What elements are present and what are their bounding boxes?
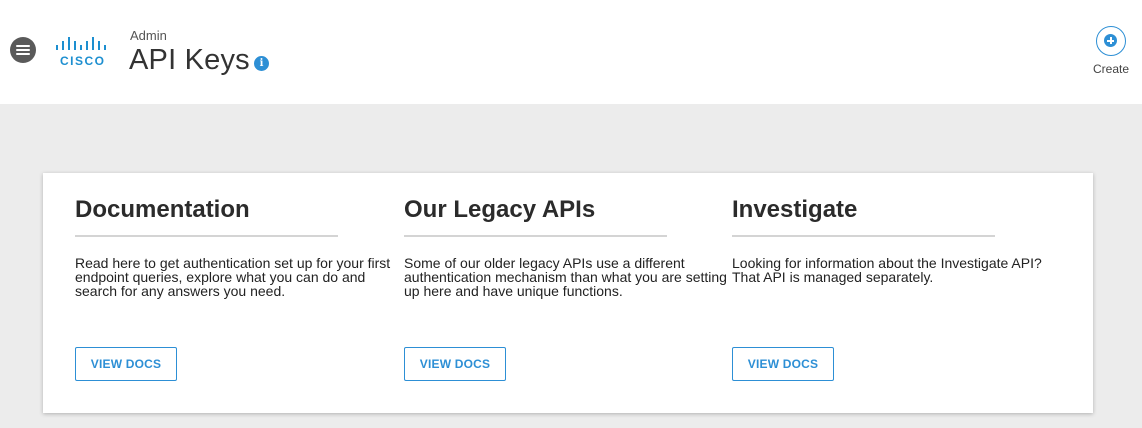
divider <box>75 235 338 237</box>
section-title: Our Legacy APIs <box>404 196 596 223</box>
cisco-logo[interactable]: CISCO <box>54 36 112 68</box>
breadcrumb[interactable]: Admin <box>130 28 167 43</box>
cisco-logo-bars <box>56 37 106 50</box>
section-title: Documentation <box>75 196 250 223</box>
section-description: Read here to get authentication set up f… <box>75 255 391 299</box>
section-description: Looking for information about the Invest… <box>732 255 1042 285</box>
view-docs-button[interactable]: VIEW DOCS <box>732 347 834 381</box>
info-icon[interactable]: i <box>254 56 269 71</box>
section-description: Some of our older legacy APIs use a diff… <box>404 255 727 299</box>
page-header: CISCO Admin API Keys i Create <box>0 0 1142 104</box>
section-title: Investigate <box>732 196 858 223</box>
cisco-logo-text: CISCO <box>60 54 106 68</box>
plus-circle-icon <box>1096 26 1126 56</box>
info-card: Documentation Read here to get authentic… <box>43 173 1093 413</box>
hamburger-menu-icon[interactable] <box>10 37 36 63</box>
divider <box>732 235 995 237</box>
view-docs-button[interactable]: VIEW DOCS <box>404 347 506 381</box>
create-button[interactable]: Create <box>1088 26 1134 76</box>
view-docs-button[interactable]: VIEW DOCS <box>75 347 177 381</box>
page-title: API Keys <box>129 44 250 76</box>
divider <box>404 235 667 237</box>
create-label: Create <box>1092 62 1130 76</box>
